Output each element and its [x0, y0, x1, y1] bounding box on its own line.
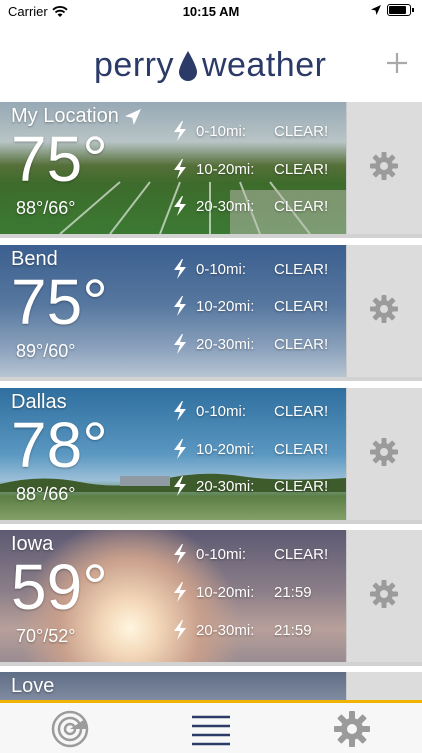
- range-status: CLEAR!: [274, 402, 329, 420]
- lightning-bolt-icon: [174, 296, 186, 316]
- location-card-iowa[interactable]: Iowa 59° 70°/52° 0-10mi: CLEAR! 10-20mi:…: [0, 530, 422, 666]
- card-background-photo: Iowa 59° 70°/52° 0-10mi: CLEAR! 10-20mi:…: [0, 530, 346, 662]
- card-settings-panel: [346, 672, 422, 700]
- high-low-temperature: 89°/60°: [16, 341, 76, 361]
- location-card-love[interactable]: Love: [0, 672, 422, 700]
- range-distance: 10-20mi:: [196, 440, 255, 458]
- location-settings-gear-icon[interactable]: [368, 436, 400, 468]
- card-background-photo: Love: [0, 672, 346, 700]
- range-status: CLEAR!: [274, 122, 329, 140]
- lightning-bolt-icon: [174, 544, 186, 564]
- location-arrow-icon: [124, 108, 141, 125]
- range-status: CLEAR!: [274, 477, 329, 495]
- high-low-temperature: 70°/52°: [16, 626, 76, 646]
- range-status: 21:59: [274, 621, 312, 639]
- location-settings-gear-icon[interactable]: [368, 150, 400, 182]
- location-card-my-location[interactable]: My Location 75° 88°/66° 0-10mi: CLEAR! 1…: [0, 102, 422, 238]
- lightning-bolt-icon: [174, 476, 186, 496]
- range-distance: 20-30mi:: [196, 477, 255, 495]
- settings-gear-icon[interactable]: [332, 709, 372, 749]
- high-low-temperature: 88°/66°: [16, 198, 76, 218]
- lightning-bolt-icon: [174, 401, 186, 421]
- range-distance: 20-30mi:: [196, 621, 255, 639]
- range-distance: 10-20mi:: [196, 297, 255, 315]
- card-background-photo: Bend 75° 89°/60° 0-10mi: CLEAR! 10-20mi:…: [0, 245, 346, 377]
- lightning-range-row: 10-20mi: 21:59: [172, 580, 312, 604]
- lightning-range-row: 10-20mi: CLEAR!: [172, 157, 328, 181]
- location-settings-gear-icon[interactable]: [368, 293, 400, 325]
- location-card-dallas[interactable]: Dallas 78° 88°/66° 0-10mi: CLEAR! 10-20m…: [0, 388, 422, 524]
- range-status: CLEAR!: [274, 335, 329, 353]
- range-status: CLEAR!: [274, 260, 329, 278]
- range-status: CLEAR!: [274, 197, 329, 215]
- clock: 10:15 AM: [182, 4, 240, 19]
- lightning-bolt-icon: [174, 196, 186, 216]
- range-status: CLEAR!: [274, 160, 329, 178]
- range-distance: 20-30mi:: [196, 335, 255, 353]
- lightning-bolt-icon: [174, 259, 186, 279]
- app-header: perry weather: [0, 22, 422, 102]
- range-status: CLEAR!: [274, 297, 329, 315]
- location-card-bend[interactable]: Bend 75° 89°/60° 0-10mi: CLEAR! 10-20mi:…: [0, 245, 422, 381]
- lightning-bolt-icon: [174, 159, 186, 179]
- perry-weather-logo: perry weather: [94, 46, 326, 85]
- list-menu-icon[interactable]: [191, 709, 231, 749]
- card-divider: [0, 234, 422, 238]
- range-distance: 20-30mi:: [196, 197, 255, 215]
- lightning-bolt-icon: [174, 439, 186, 459]
- location-name: Love: [11, 675, 55, 697]
- range-status: CLEAR!: [274, 440, 329, 458]
- add-location-button[interactable]: [384, 50, 410, 76]
- lightning-range-row: 10-20mi: CLEAR!: [172, 437, 328, 461]
- lightning-bolt-icon: [174, 121, 186, 141]
- lightning-range-row: 20-30mi: CLEAR!: [172, 332, 328, 356]
- current-temperature: 78°: [11, 409, 108, 481]
- lightning-range-row: 0-10mi: CLEAR!: [172, 399, 328, 423]
- lightning-range-row: 0-10mi: CLEAR!: [172, 119, 328, 143]
- card-divider: [0, 377, 422, 381]
- lightning-range-row: 20-30mi: 21:59: [172, 618, 312, 642]
- lightning-bolt-icon: [174, 620, 186, 640]
- range-status: 21:59: [274, 583, 312, 601]
- logo-text-left: perry: [94, 46, 174, 84]
- lightning-range-row: 10-20mi: CLEAR!: [172, 294, 328, 318]
- battery-icon: [387, 4, 411, 16]
- card-divider: [0, 520, 422, 524]
- range-distance: 0-10mi:: [196, 260, 247, 278]
- range-distance: 0-10mi:: [196, 402, 247, 420]
- card-background-photo: My Location 75° 88°/66° 0-10mi: CLEAR! 1…: [0, 102, 346, 234]
- battery-nub: [412, 8, 414, 12]
- current-temperature: 75°: [11, 266, 108, 338]
- lightning-range-row: 0-10mi: CLEAR!: [172, 257, 328, 281]
- range-distance: 0-10mi:: [196, 545, 247, 563]
- range-distance: 10-20mi:: [196, 583, 255, 601]
- current-temperature: 59°: [11, 551, 108, 623]
- current-temperature: 75°: [11, 123, 108, 195]
- status-icons: [371, 4, 414, 16]
- status-bar: Carrier 10:15 AM: [0, 0, 422, 22]
- high-low-temperature: 88°/66°: [16, 484, 76, 504]
- logo-text-right: weather: [201, 46, 327, 84]
- card-divider: [0, 662, 422, 666]
- bottom-tab-bar: [0, 700, 422, 753]
- location-arrow-icon: [371, 5, 381, 15]
- range-distance: 0-10mi:: [196, 122, 247, 140]
- raindrop-icon: [178, 50, 197, 81]
- range-status: CLEAR!: [274, 545, 329, 563]
- lightning-range-row: 20-30mi: CLEAR!: [172, 194, 328, 218]
- card-background-photo: Dallas 78° 88°/66° 0-10mi: CLEAR! 10-20m…: [0, 388, 346, 520]
- range-distance: 10-20mi:: [196, 160, 255, 178]
- lightning-bolt-icon: [174, 582, 186, 602]
- location-settings-gear-icon[interactable]: [368, 578, 400, 610]
- lightning-range-row: 0-10mi: CLEAR!: [172, 542, 328, 566]
- radar-icon[interactable]: [50, 709, 90, 749]
- lightning-range-row: 20-30mi: CLEAR!: [172, 474, 328, 498]
- lightning-bolt-icon: [174, 334, 186, 354]
